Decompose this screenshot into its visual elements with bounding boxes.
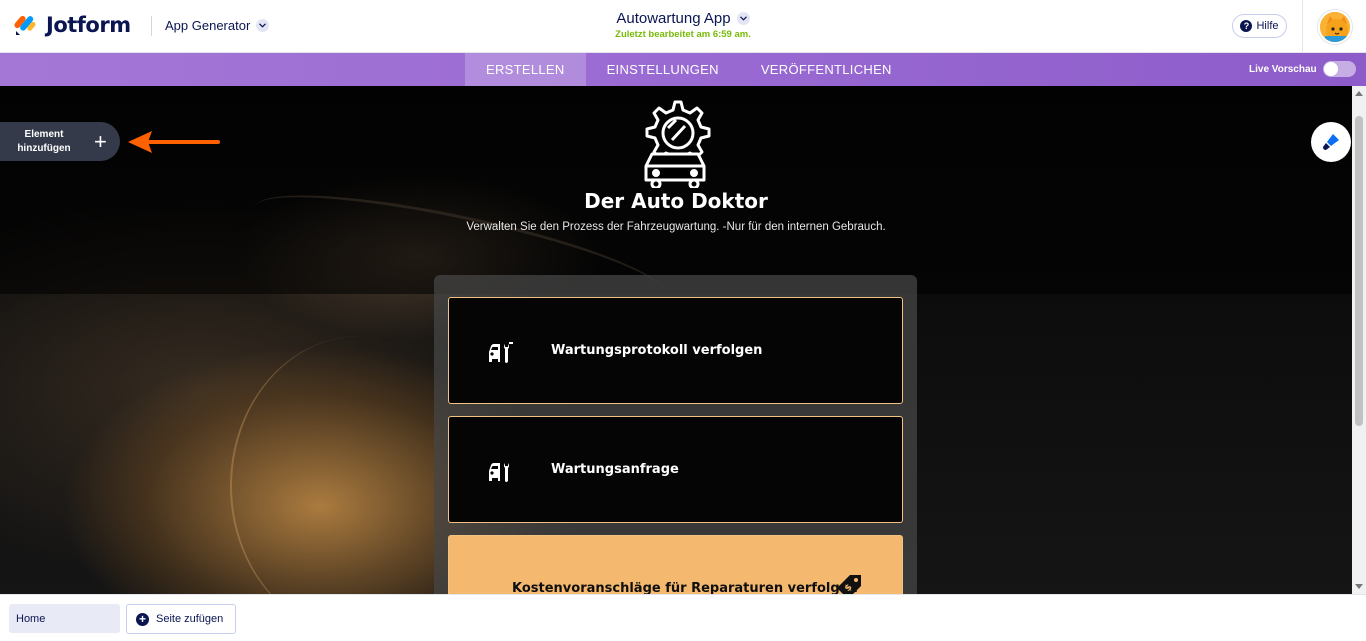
app-designer-button[interactable] <box>1311 122 1351 162</box>
tab-einstellungen[interactable]: EINSTELLUNGEN <box>586 53 740 86</box>
user-avatar[interactable] <box>1318 10 1352 44</box>
question-icon: ? <box>1240 20 1253 32</box>
live-preview-control: Live Vorschau <box>1249 61 1356 77</box>
scroll-up-arrow-icon[interactable] <box>1355 91 1363 96</box>
card-wartungsanfrage[interactable]: Wartungsanfrage <box>448 416 903 523</box>
car-wrench-icon <box>489 463 509 482</box>
card-label: Kostenvoranschläge für Reparaturen verfo… <box>512 581 858 594</box>
header-divider-right <box>1302 0 1303 53</box>
price-tag-icon: $ <box>837 575 861 594</box>
builder-tabs: ERSTELLEN EINSTELLUNGEN VERÖFFENTLICHEN <box>465 53 913 86</box>
tab-veroeffentlichen[interactable]: VERÖFFENTLICHEN <box>740 53 913 86</box>
card-label: Wartungsprotokoll verfolgen <box>551 343 763 358</box>
chevron-down-icon <box>736 12 750 25</box>
pages-footer: Home + Seite zufügen <box>0 594 1366 641</box>
plus-icon: + <box>94 128 107 154</box>
live-preview-label: Live Vorschau <box>1249 63 1317 75</box>
canvas-scrollbar[interactable] <box>1352 86 1366 594</box>
last-edited-status: Zuletzt bearbeitet am 6:59 am. <box>615 29 751 40</box>
paint-brush-icon <box>1323 134 1339 150</box>
card-label: Wartungsanfrage <box>551 462 679 477</box>
add-element-label: Element hinzufügen <box>17 128 71 154</box>
add-page-button[interactable]: + Seite zufügen <box>126 604 236 634</box>
scroll-down-arrow-icon[interactable] <box>1355 584 1363 589</box>
card-kostenvoranschlaege[interactable]: Kostenvoranschläge für Reparaturen verfo… <box>448 535 903 594</box>
app-subheading: Verwalten Sie den Prozess der Fahrzeugwa… <box>466 221 886 233</box>
builder-navbar: ERSTELLEN EINSTELLUNGEN VERÖFFENTLICHEN … <box>0 53 1366 86</box>
app-elements-panel: Wartungsprotokoll verfolgen Wartungsanfr… <box>434 275 917 594</box>
live-preview-toggle[interactable] <box>1322 61 1356 77</box>
help-label: Hilfe <box>1256 20 1279 32</box>
app-title-dropdown[interactable]: Autowartung App <box>616 10 750 27</box>
add-element-button[interactable]: Element hinzufügen + <box>0 122 120 161</box>
top-header: Jotform App Generator Autowartung App Zu… <box>0 0 1366 53</box>
help-button[interactable]: ? Hilfe <box>1232 14 1287 38</box>
add-page-label: Seite zufügen <box>156 613 224 625</box>
app-title: Autowartung App <box>616 10 731 27</box>
card-wartungsprotokoll[interactable]: Wartungsprotokoll verfolgen <box>448 297 903 404</box>
page-tab-home[interactable]: Home <box>9 604 120 633</box>
app-title-block: Autowartung App Zuletzt bearbeitet am 6:… <box>0 10 1366 40</box>
plus-circle-icon: + <box>136 612 149 626</box>
app-preview-canvas: Element hinzufügen + Der Auto Doktor Ver… <box>0 86 1352 594</box>
arrow-left-icon <box>128 131 220 153</box>
gear-wrench-car-icon <box>644 100 711 188</box>
toggle-knob <box>1323 62 1338 76</box>
car-wrench-icon <box>489 342 513 363</box>
tab-erstellen[interactable]: ERSTELLEN <box>465 53 586 86</box>
app-heading: Der Auto Doktor <box>584 189 768 213</box>
scrollbar-thumb[interactable] <box>1355 116 1363 426</box>
